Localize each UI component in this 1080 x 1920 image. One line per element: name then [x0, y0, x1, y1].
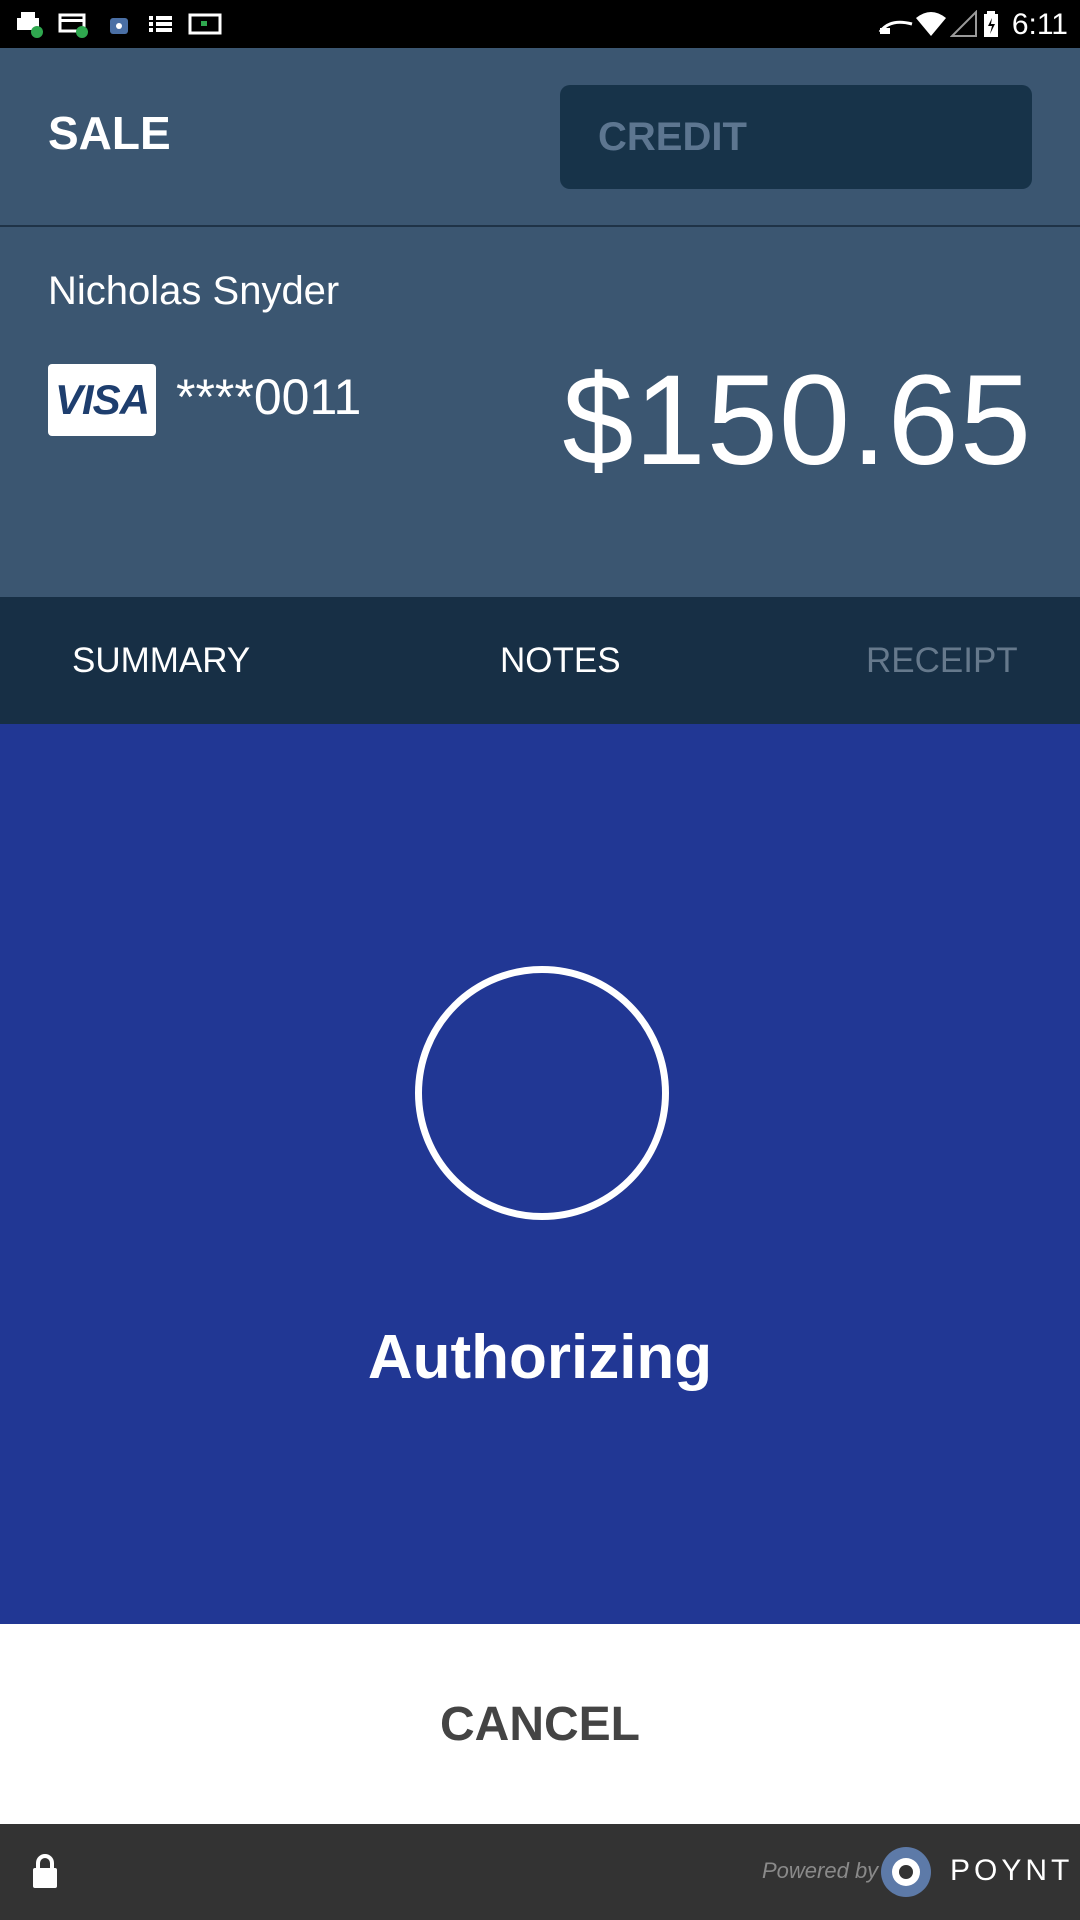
- masked-card-number: ****0011: [176, 369, 362, 425]
- screen-icon: [188, 13, 222, 35]
- poynt-logo-icon: [881, 1847, 931, 1897]
- wifi-icon: [916, 12, 946, 36]
- tab-bar: SUMMARY NOTES RECEIPT: [0, 597, 1080, 724]
- android-icon: [110, 18, 128, 34]
- battery-icon: [984, 11, 998, 37]
- cancel-button[interactable]: CANCEL: [0, 1624, 1080, 1824]
- clock-time: 6:11: [1011, 8, 1068, 41]
- visa-card-icon: VISA: [48, 364, 156, 436]
- tab-receipt: RECEIPT: [866, 640, 1018, 680]
- tab-summary[interactable]: SUMMARY: [72, 597, 250, 724]
- payment-type-label: CREDIT: [598, 114, 747, 159]
- card-icon: [58, 13, 88, 38]
- footer: Powered by POYNT: [0, 1824, 1080, 1920]
- card-brand-label: VISA: [54, 376, 150, 423]
- status-bar: 6:11: [0, 0, 1080, 48]
- lock-icon: [33, 1854, 57, 1888]
- customer-name: Nicholas Snyder: [48, 269, 340, 313]
- authorization-status: Authorizing: [367, 1323, 713, 1392]
- list-icon: [149, 16, 172, 32]
- payment-type-button[interactable]: CREDIT: [560, 85, 1032, 189]
- poynt-brand-label: POYNT: [950, 1854, 1074, 1887]
- authorization-panel: Authorizing: [0, 724, 1080, 1624]
- action-area: CANCEL: [0, 1624, 1080, 1824]
- printer-icon: [17, 12, 43, 38]
- powered-by-label: Powered by: [762, 1858, 879, 1883]
- progress-spinner-icon: [415, 966, 669, 1220]
- transaction-header: SALE CREDIT: [0, 48, 1080, 226]
- page-title: SALE: [48, 107, 171, 159]
- customer-panel: Nicholas Snyder VISA ****0011 $150.65: [0, 227, 1080, 597]
- cast-icon: [878, 20, 913, 34]
- signal-icon: [950, 10, 977, 37]
- tab-notes[interactable]: NOTES: [500, 597, 621, 724]
- transaction-amount: $150.65: [562, 349, 1032, 492]
